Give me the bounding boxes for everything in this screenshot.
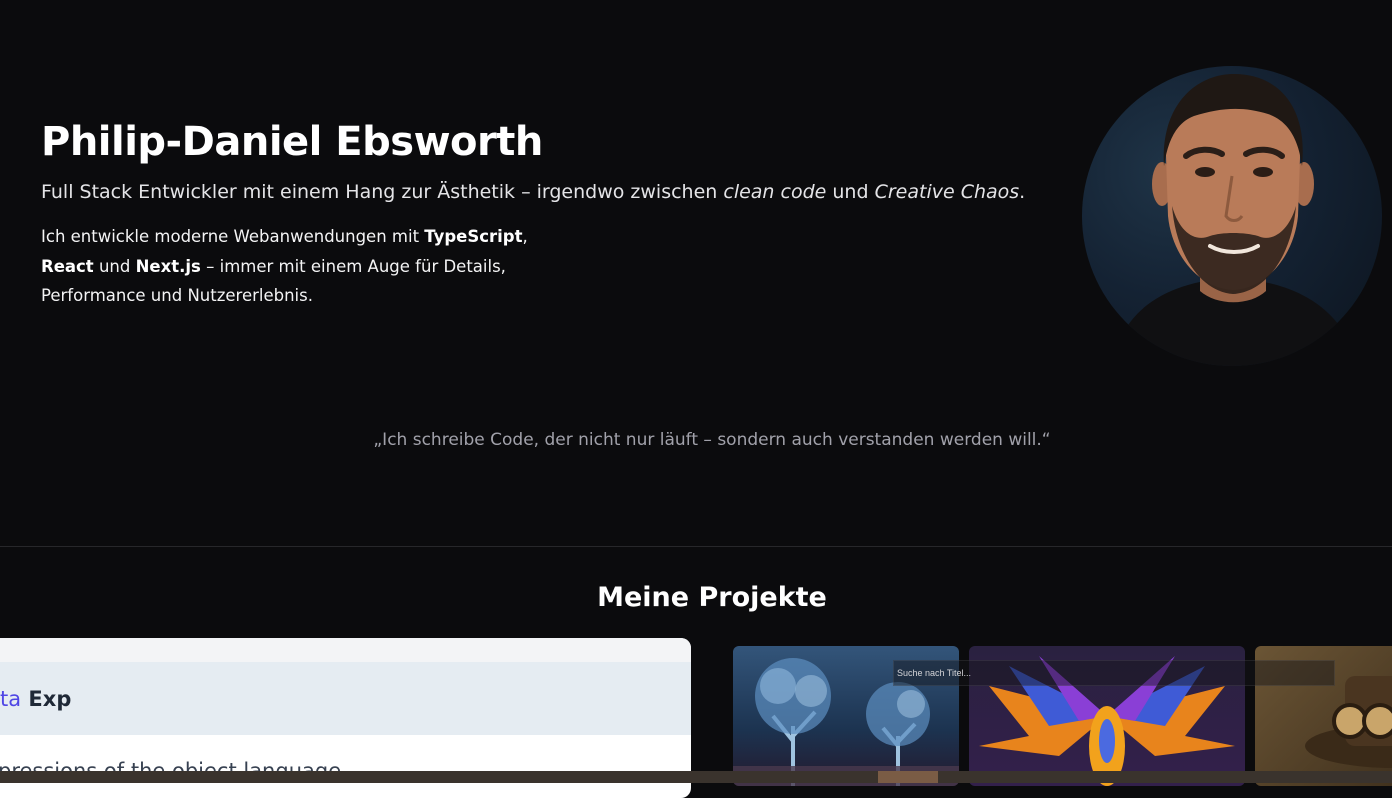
page-title: Philip-Daniel Ebsworth: [41, 119, 543, 165]
hero-intro: Ich entwickle moderne Webanwendungen mit…: [41, 222, 601, 311]
intro-bold-react: React: [41, 256, 94, 276]
intro-text-3: und: [93, 256, 136, 276]
subtitle-em-clean-code: clean code: [723, 181, 827, 203]
hero-section: Philip-Daniel Ebsworth Full Stack Entwic…: [0, 0, 1392, 515]
intro-bold-nextjs: Next.js: [135, 256, 201, 276]
subtitle-em-creative-chaos: Creative Chaos: [874, 181, 1020, 203]
card-heading-text: Exp: [28, 686, 72, 711]
intro-text-2: ,: [522, 227, 528, 246]
search-input[interactable]: Suche nach Titel...: [893, 660, 1335, 686]
hero-subtitle: Full Stack Entwickler mit einem Hang zur…: [41, 178, 1025, 206]
subtitle-text-1: Full Stack Entwickler mit einem Hang zur…: [41, 181, 724, 203]
card-top-bar: [0, 638, 691, 662]
card-keyword: ta: [0, 686, 22, 711]
profile-avatar: [1082, 66, 1382, 366]
taskbar-active-item[interactable]: [878, 771, 938, 783]
card-heading: ta Exp: [0, 662, 691, 735]
section-divider: [0, 546, 1392, 547]
projects-title: Meine Projekte: [597, 582, 827, 613]
subtitle-text-3: .: [1019, 181, 1026, 203]
intro-text-1: Ich entwickle moderne Webanwendungen mit: [41, 227, 425, 246]
taskbar: [0, 771, 1392, 783]
intro-text-4: – immer mit einem Auge für Details,: [200, 256, 506, 276]
intro-bold-typescript: TypeScript: [424, 227, 523, 246]
subtitle-text-2: und: [826, 181, 875, 203]
card-body-text: pressions of the object language: [0, 735, 691, 798]
intro-text-5: Performance und Nutzererlebnis.: [41, 286, 313, 305]
hero-quote: „Ich schreibe Code, der nicht nur läuft …: [373, 430, 1051, 450]
portrait-image: [1112, 74, 1357, 366]
